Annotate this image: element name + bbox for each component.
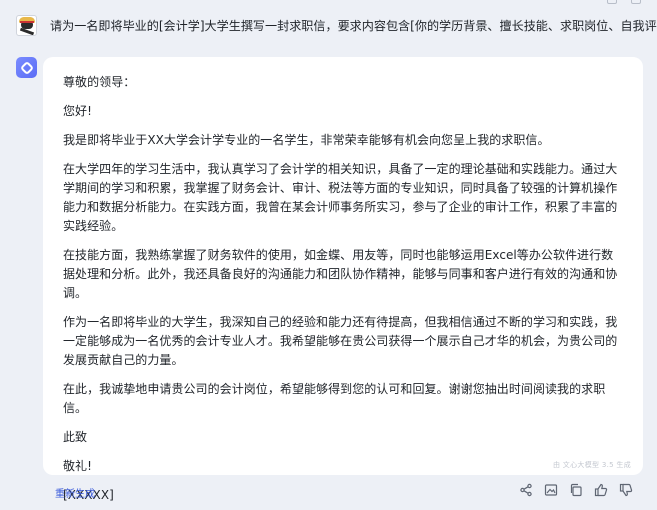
- letter-self-evaluation: 作为一名即将毕业的大学生，我深知自己的经验和能力还有待提高，但我相信通过不断的学…: [63, 315, 618, 367]
- letter-skills: 在技能方面，我熟练掌握了财务软件的使用，如金蝶、用友等，同时也能够运用Excel…: [63, 248, 618, 300]
- edit-icon[interactable]: [607, 0, 617, 4]
- generated-by-watermark: 由 文心大模型 3.5 生成: [552, 461, 631, 469]
- chat-page: 请为一名即将毕业的[会计学]大学生撰写一封求职信，要求内容包含[你的学历背景、擅…: [0, 0, 657, 510]
- assistant-logo-icon: [16, 57, 37, 78]
- share-icon[interactable]: [519, 483, 533, 497]
- user-prompt-text: 请为一名即将毕业的[会计学]大学生撰写一封求职信，要求内容包含[你的学历背景、擅…: [50, 19, 657, 33]
- letter-greeting: 您好!: [63, 104, 92, 118]
- letter-regards: 敬礼!: [63, 459, 92, 473]
- top-toolbar-remnant: [607, 0, 641, 4]
- user-avatar: [16, 15, 37, 36]
- thumbs-up-icon[interactable]: [594, 483, 608, 497]
- thumbs-down-icon[interactable]: [619, 483, 633, 497]
- image-icon[interactable]: [544, 483, 558, 497]
- letter-education: 在大学四年的学习生活中，我认真学习了会计学的相关知识，具备了一定的理论基础和实践…: [63, 162, 618, 233]
- response-actions: [519, 483, 633, 497]
- regenerate-button[interactable]: 重新生成: [55, 485, 95, 500]
- assistant-response-card: 尊敬的领导： 您好! 我是即将毕业于XX大学会计学专业的一名学生，非常荣幸能够有…: [43, 57, 643, 502]
- letter-salutation: 尊敬的领导：: [63, 75, 136, 89]
- user-message: 请为一名即将毕业的[会计学]大学生撰写一封求职信，要求内容包含[你的学历背景、擅…: [16, 15, 657, 36]
- letter-application: 在此，我诚挚地申请贵公司的会计岗位，希望能够得到您的认可和回复。谢谢您抽出时间阅…: [63, 382, 606, 415]
- letter-intro: 我是即将毕业于XX大学会计学专业的一名学生，非常荣幸能够有机会向您呈上我的求职信…: [63, 133, 550, 147]
- copy-icon[interactable]: [631, 0, 641, 4]
- copy-icon[interactable]: [569, 483, 583, 497]
- letter-closing: 此致: [63, 430, 88, 444]
